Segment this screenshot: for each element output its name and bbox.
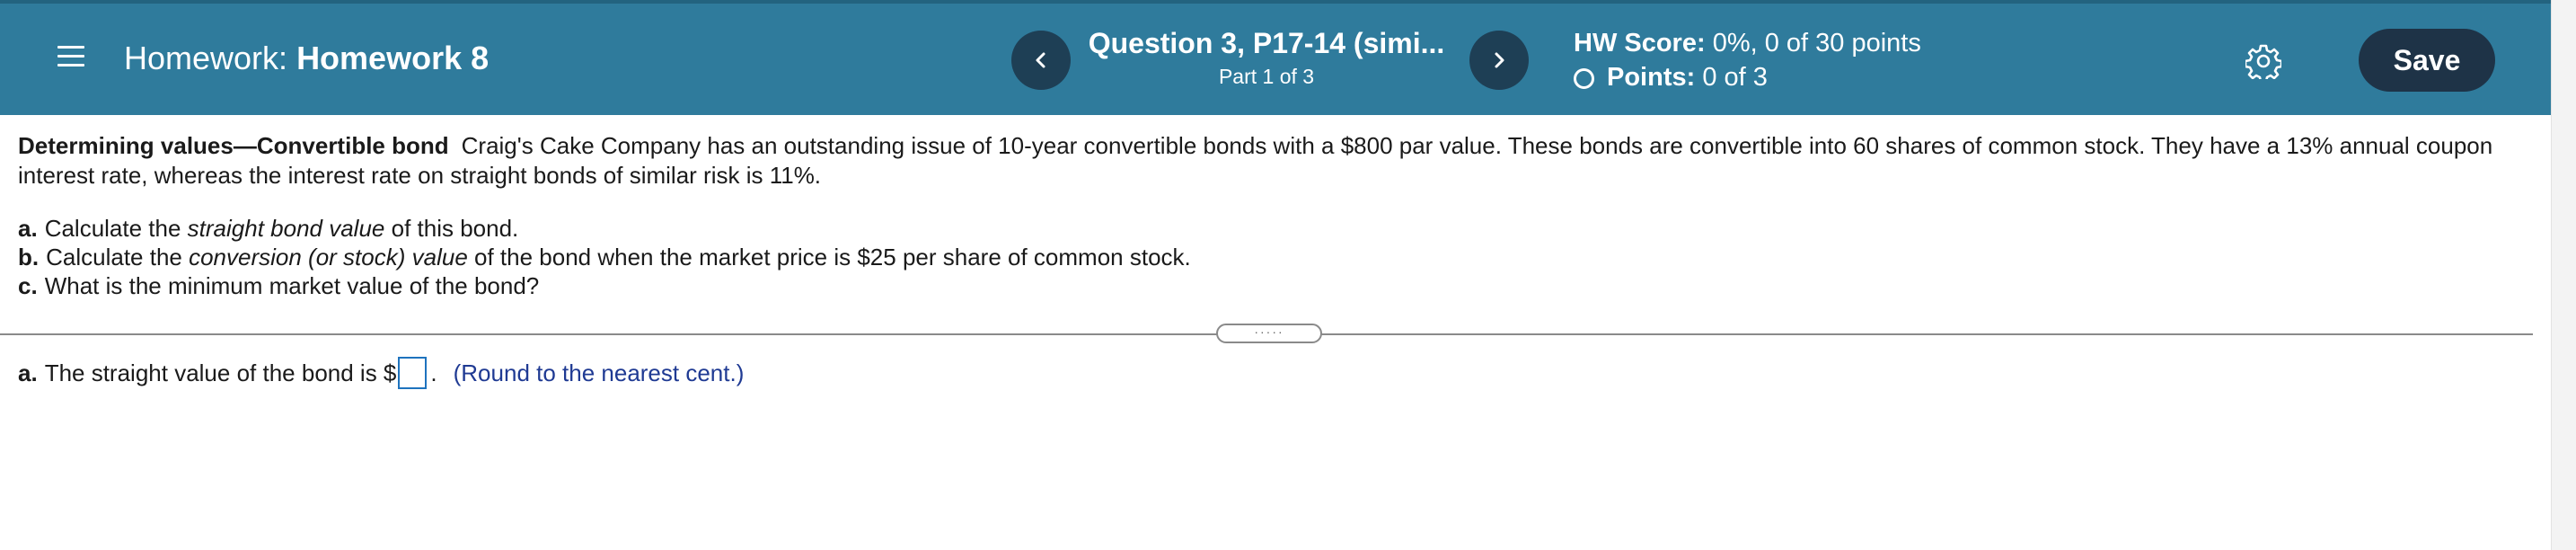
next-question-button[interactable] xyxy=(1469,31,1529,90)
part-letter: a. xyxy=(18,215,38,242)
scrollbar[interactable] xyxy=(2551,0,2576,550)
answer-input[interactable] xyxy=(398,357,428,389)
hw-score-value: 0%, 0 of 30 points xyxy=(1712,29,1921,58)
save-button[interactable]: Save xyxy=(2359,29,2495,92)
hw-score: HW Score: 0%, 0 of 30 points xyxy=(1574,29,1921,58)
hw-score-label: HW Score: xyxy=(1574,29,1706,58)
circle-icon xyxy=(1574,68,1594,89)
chevron-left-icon xyxy=(1036,52,1045,68)
problem-parts: a. Calculate the straight bond value of t… xyxy=(18,214,1191,300)
points-label: Points: xyxy=(1607,63,1696,92)
assignment-name: Homework 8 xyxy=(296,40,490,76)
chevron-right-icon xyxy=(1495,52,1504,68)
question-title: Question 3, P17-14 (simi... xyxy=(1088,27,1445,59)
part-text: What is the minimum market value of the … xyxy=(44,272,540,299)
gear-icon[interactable] xyxy=(2244,43,2283,84)
resize-handle[interactable]: ····· xyxy=(1216,324,1322,343)
part-text: of the bond when the market price is $25… xyxy=(467,244,1191,271)
answer-letter: a. xyxy=(18,359,38,386)
points-value: 0 of 3 xyxy=(1702,63,1768,92)
rounding-hint: (Round to the nearest cent.) xyxy=(453,359,745,386)
previous-question-button[interactable] xyxy=(1011,31,1071,90)
problem-heading: Determining values—Convertible bond xyxy=(18,132,449,159)
menu-icon[interactable] xyxy=(57,45,84,68)
answer-suffix: . xyxy=(430,359,437,386)
points-status: Points: 0 of 3 xyxy=(1574,63,1768,93)
part-item: b. Calculate the conversion (or stock) va… xyxy=(18,243,1191,271)
part-emphasis: conversion (or stock) value xyxy=(189,244,468,271)
assignment-prefix: Homework: xyxy=(124,40,288,76)
assignment-title: Homework: Homework 8 xyxy=(124,40,489,77)
question-part: Part 1 of 3 xyxy=(1218,65,1315,88)
part-text: of this bond. xyxy=(384,215,519,242)
part-text: Calculate the xyxy=(44,215,188,242)
answer-line: a. The straight value of the bond is $. (R… xyxy=(18,357,744,389)
part-item: c. What is the minimum market value of th… xyxy=(18,271,1191,300)
part-letter: b. xyxy=(18,244,40,271)
part-item: a. Calculate the straight bond value of t… xyxy=(18,214,1191,243)
problem-statement: Determining values—Convertible bond Craig… xyxy=(18,131,2533,191)
part-letter: c. xyxy=(18,272,38,299)
top-bar: Homework: Homework 8 Question 3, P17-14 … xyxy=(0,0,2551,115)
answer-prefix: The straight value of the bond is $ xyxy=(44,359,397,386)
part-emphasis: straight bond value xyxy=(187,215,385,242)
part-text: Calculate the xyxy=(46,244,190,271)
